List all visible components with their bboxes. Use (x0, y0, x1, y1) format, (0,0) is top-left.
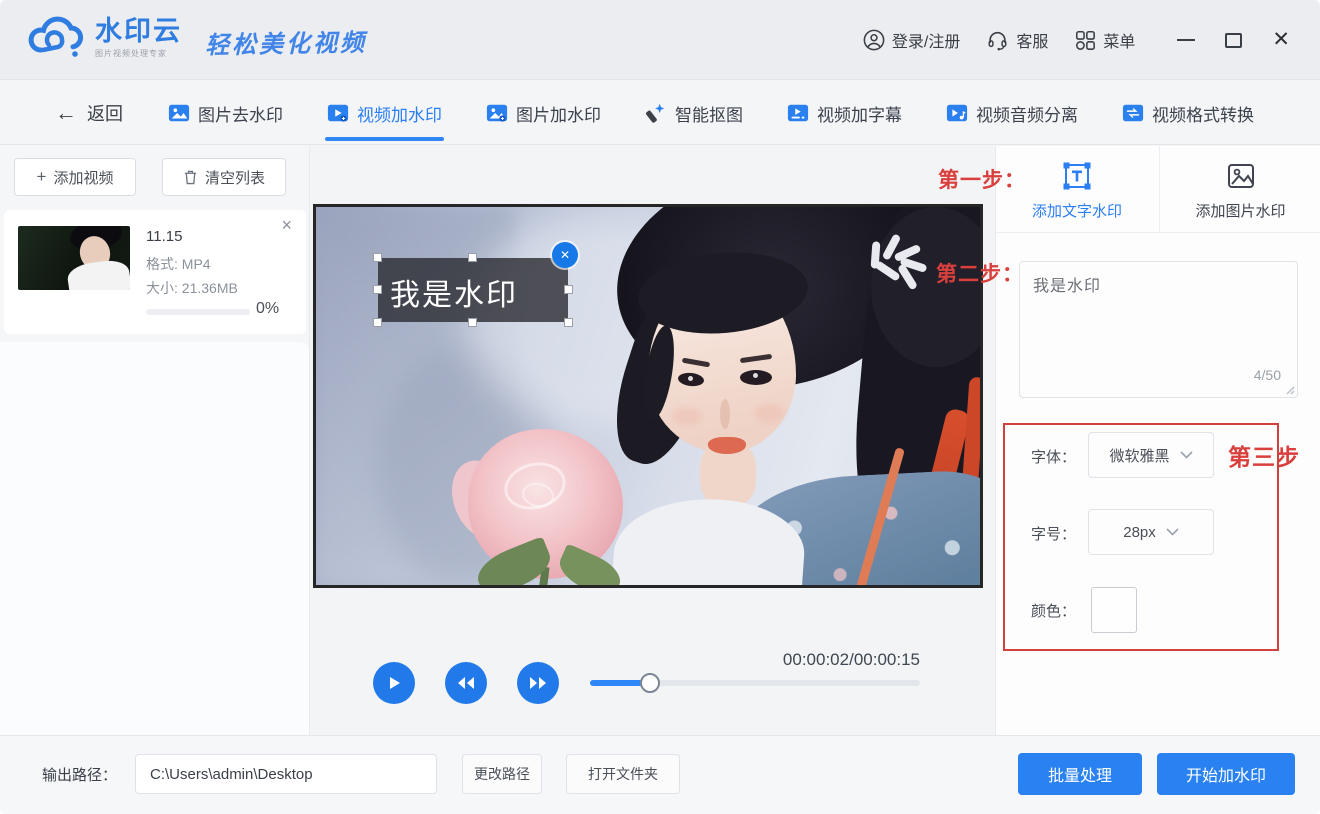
resize-handle-bottom-middle[interactable] (468, 318, 477, 327)
title-bar: 水印云 图片视频处理专家 轻松美化视频 登录/注册 (0, 0, 1320, 80)
resize-handle-top-left[interactable] (373, 253, 382, 262)
resize-handle-top-middle[interactable] (468, 253, 477, 262)
add-image-watermark-tab[interactable]: 添加图片水印 (1159, 146, 1320, 233)
watermark-text-input[interactable]: 我是水印 4/50 (1019, 261, 1298, 398)
video-item-progress-bar (146, 309, 250, 315)
brand-name: 水印云 (95, 16, 182, 46)
delete-watermark-button[interactable]: ✕ (552, 242, 578, 268)
user-icon (863, 29, 885, 51)
tab-video-add-watermark[interactable]: 视频加水印 (327, 81, 442, 145)
resize-handle-bottom-left[interactable] (373, 318, 382, 327)
start-watermark-button[interactable]: 开始加水印 (1157, 753, 1295, 795)
tab-image-add-watermark[interactable]: 图片加水印 (486, 81, 601, 145)
tab-video-add-subtitle[interactable]: 视频加字幕 (787, 81, 902, 145)
font-family-select[interactable]: 微软雅黑 (1088, 432, 1214, 478)
video-icon (327, 102, 349, 124)
video-thumbnail (18, 226, 130, 290)
watermark-overlay-box[interactable]: 我是水印 ✕ (378, 258, 568, 322)
login-register-button[interactable]: 登录/注册 (863, 28, 960, 52)
trash-icon (183, 169, 198, 185)
watermark-settings-panel: 添加文字水印 添加图片水印 我是水印 4/50 字体： 微软雅黑 (995, 146, 1320, 735)
image-icon (168, 102, 190, 124)
format-convert-icon (1122, 102, 1144, 124)
add-text-watermark-tab[interactable]: 添加文字水印 (996, 146, 1158, 233)
video-subtitle-icon (787, 102, 809, 124)
batch-process-button[interactable]: 批量处理 (1018, 753, 1142, 795)
customer-service-label: 客服 (1016, 28, 1048, 52)
tab-video-format-convert[interactable]: 视频格式转换 (1122, 81, 1254, 145)
image-watermark-icon (1225, 160, 1257, 192)
time-display: 00:00:02/00:00:15 (700, 650, 920, 670)
chevron-down-icon (1180, 451, 1193, 459)
customer-service-button[interactable]: 客服 (986, 28, 1048, 52)
image-icon (486, 102, 508, 124)
grid-menu-icon (1074, 29, 1096, 51)
close-button[interactable]: ✕ (1272, 30, 1290, 50)
watermark-text-value: 我是水印 (1033, 272, 1101, 296)
font-size-label: 字号： (1031, 523, 1076, 544)
change-path-button[interactable]: 更改路径 (462, 754, 542, 794)
back-label: 返回 (87, 100, 123, 126)
magic-wand-icon (645, 102, 667, 124)
app-window: 水印云 图片视频处理专家 轻松美化视频 登录/注册 (0, 0, 1320, 814)
video-item-size: 大小: 21.36MB (146, 278, 238, 298)
text-watermark-icon (1061, 160, 1093, 192)
open-folder-button[interactable]: 打开文件夹 (566, 754, 680, 794)
video-list-sidebar: + 添加视频 清空列表 11.15 格式: MP4 大小: 21.36MB 0%… (0, 146, 310, 735)
video-audio-icon (946, 102, 968, 124)
font-size-select[interactable]: 28px (1088, 509, 1214, 555)
video-item-format: 格式: MP4 (146, 254, 211, 274)
char-counter: 4/50 (1254, 367, 1281, 383)
menu-button[interactable]: 菜单 (1074, 28, 1135, 52)
rewind-icon (456, 676, 476, 690)
login-register-label: 登录/注册 (892, 28, 960, 52)
titlebar-actions: 登录/注册 客服 菜单 (863, 0, 1290, 80)
play-icon (385, 674, 403, 692)
resize-handle-middle-left[interactable] (373, 285, 382, 294)
minimize-icon (1177, 39, 1195, 41)
minimize-button[interactable] (1177, 39, 1195, 41)
tab-video-audio-split[interactable]: 视频音频分离 (946, 81, 1078, 145)
video-item-name: 11.15 (146, 228, 182, 245)
tab-image-remove-watermark[interactable]: 图片去水印 (168, 81, 283, 145)
cloud-logo-icon (25, 12, 87, 62)
fast-forward-button[interactable] (517, 662, 559, 704)
tab-smart-cutout[interactable]: 智能抠图 (645, 81, 743, 145)
remove-video-button[interactable]: × (281, 216, 292, 234)
output-path-label: 输出路径： (42, 764, 117, 785)
menu-label: 菜单 (1103, 28, 1135, 52)
output-path-input[interactable] (135, 754, 437, 794)
progress-slider-thumb[interactable] (640, 673, 660, 693)
font-color-label: 颜色： (1031, 600, 1076, 621)
resize-grip-icon (1283, 383, 1295, 395)
add-video-button[interactable]: + 添加视频 (14, 158, 136, 196)
brand-tagline: 轻松美化视频 (205, 23, 368, 61)
font-family-label: 字体： (1031, 446, 1076, 467)
plus-icon: + (37, 167, 47, 187)
play-button[interactable] (373, 662, 415, 704)
output-bar: 输出路径： 更改路径 打开文件夹 批量处理 开始加水印 (0, 735, 1320, 814)
watermark-overlay-text: 我是水印 (390, 270, 518, 314)
maximize-icon (1225, 33, 1242, 48)
back-arrow-icon: ← (55, 103, 77, 123)
headset-icon (986, 29, 1009, 51)
video-item-progress-value: 0% (256, 300, 279, 318)
video-list-empty-area (0, 342, 309, 735)
video-preview: 我是水印 ✕ (313, 204, 983, 588)
resize-handle-bottom-right[interactable] (564, 318, 573, 327)
rewind-button[interactable] (445, 662, 487, 704)
chevron-down-icon (1166, 528, 1179, 536)
clear-list-button[interactable]: 清空列表 (162, 158, 286, 196)
app-logo: 水印云 图片视频处理专家 (25, 12, 182, 62)
feature-tab-bar: ← 返回 图片去水印 视频加水印 (0, 81, 1320, 145)
progress-slider[interactable] (590, 680, 920, 686)
hairpin-art (850, 233, 946, 293)
back-button[interactable]: ← 返回 (55, 81, 123, 145)
font-color-swatch[interactable] (1091, 587, 1137, 633)
resize-handle-middle-right[interactable] (564, 285, 573, 294)
fast-forward-icon (528, 676, 548, 690)
brand-subtitle: 图片视频处理专家 (95, 48, 182, 59)
maximize-button[interactable] (1225, 33, 1242, 48)
video-list-item[interactable]: 11.15 格式: MP4 大小: 21.36MB 0% × (4, 210, 306, 334)
